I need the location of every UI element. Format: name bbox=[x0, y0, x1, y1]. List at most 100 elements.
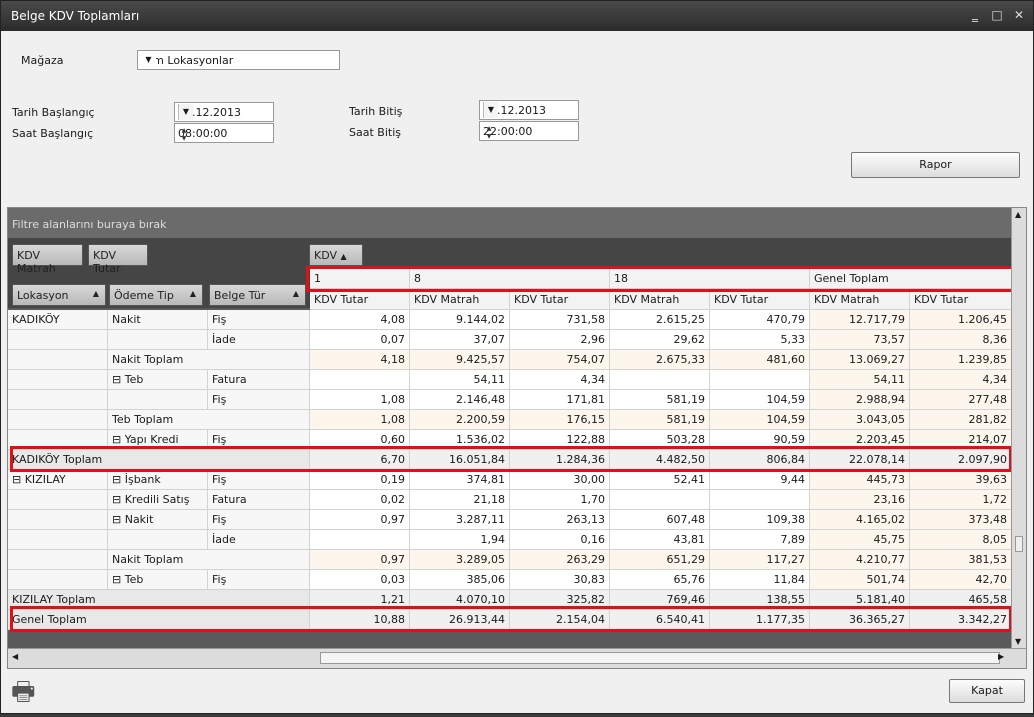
filter-area[interactable]: Filtre alanlarını buraya bırak bbox=[8, 208, 1012, 238]
row-odeme-tip: ⊟ Kredili Satış bbox=[108, 490, 208, 510]
kdv-group-header: Genel Toplam bbox=[810, 269, 1012, 289]
value-cell: 3.287,11 bbox=[410, 510, 510, 530]
value-cell bbox=[710, 370, 810, 390]
measure-header: KDV Tutar bbox=[310, 290, 410, 310]
tarih-bas-date[interactable]: 24.12.2013 ▼ bbox=[174, 102, 274, 122]
measure-header: KDV Tutar bbox=[710, 290, 810, 310]
chevron-down-icon: ▼ bbox=[141, 52, 156, 68]
pivot-grid[interactable]: Filtre alanlarını buraya bırak KDV Matra… bbox=[7, 207, 1027, 669]
minimize-icon[interactable]: ‗ bbox=[967, 7, 983, 23]
kapat-button[interactable]: Kapat bbox=[949, 679, 1025, 703]
value-cell: 9.425,57 bbox=[410, 350, 510, 370]
value-cell: 263,29 bbox=[510, 550, 610, 570]
value-cell: 0,97 bbox=[310, 550, 410, 570]
field-odeme-tip[interactable]: Ödeme Tip ▲ bbox=[109, 284, 203, 306]
row-lokasyon: ⊟ KIZILAY bbox=[8, 470, 108, 490]
value-cell: 465,58 bbox=[910, 590, 1012, 610]
report-window: Belge KDV Toplamları ‗ □ ✕ Mağaza Tüm Lo… bbox=[0, 0, 1034, 714]
value-cell: 10,88 bbox=[310, 610, 410, 630]
row-odeme-tip: ⊟ Nakit bbox=[108, 510, 208, 530]
value-cell: 1.284,36 bbox=[510, 450, 610, 470]
kdv-group-header: 1 bbox=[310, 269, 410, 289]
field-kdv-label: KDV bbox=[314, 249, 338, 262]
field-odeme-tip-label: Ödeme Tip bbox=[114, 289, 174, 302]
close-icon[interactable]: ✕ bbox=[1011, 7, 1027, 23]
tarih-bas-label: Tarih Başlangıç bbox=[12, 106, 95, 119]
field-kdv-tutar[interactable]: KDV Tutar bbox=[88, 244, 148, 275]
scroll-right-icon[interactable]: ▶ bbox=[998, 652, 1004, 661]
field-lokasyon[interactable]: Lokasyon ▲ bbox=[12, 284, 106, 306]
row-belge-tur: Fiş bbox=[208, 310, 310, 330]
spin-icon[interactable]: ▲ ▼ bbox=[178, 127, 190, 143]
saat-bit-label: Saat Bitiş bbox=[349, 126, 401, 139]
title-bar: Belge KDV Toplamları ‗ □ ✕ bbox=[1, 1, 1033, 31]
vertical-scrollbar[interactable]: ▲ ▼ bbox=[1011, 208, 1026, 648]
maximize-icon[interactable]: □ bbox=[989, 7, 1005, 23]
field-belge-tur[interactable]: Belge Tür ▲ bbox=[209, 284, 306, 306]
value-cell: 0,16 bbox=[510, 530, 610, 550]
value-cell: 263,13 bbox=[510, 510, 610, 530]
value-cell: 470,79 bbox=[710, 310, 810, 330]
row-belge-tur: Fiş bbox=[208, 570, 310, 590]
value-cell: 2.200,59 bbox=[410, 410, 510, 430]
tarih-bit-date[interactable]: 24.12.2013 ▼ bbox=[479, 100, 579, 120]
value-cell: 37,07 bbox=[410, 330, 510, 350]
hscroll-thumb[interactable] bbox=[320, 652, 1000, 664]
magaza-select[interactable]: Tüm Lokasyonlar ▼ bbox=[137, 50, 340, 70]
value-cell: 176,15 bbox=[510, 410, 610, 430]
row-belge-tur: Fiş bbox=[208, 390, 310, 410]
row-total-label: KADIKÖY Toplam bbox=[8, 450, 310, 470]
printer-icon[interactable]: 🖶 bbox=[11, 673, 43, 707]
sort-up-icon: ▲ bbox=[340, 252, 347, 261]
value-cell bbox=[710, 490, 810, 510]
value-cell: 65,76 bbox=[610, 570, 710, 590]
value-cell: 3.289,05 bbox=[410, 550, 510, 570]
scroll-up-icon[interactable]: ▲ bbox=[1015, 210, 1021, 219]
value-cell: 4.070,10 bbox=[410, 590, 510, 610]
value-cell: 4.482,50 bbox=[610, 450, 710, 470]
value-cell: 2.097,90 bbox=[910, 450, 1012, 470]
field-kdv[interactable]: KDV ▲ bbox=[309, 244, 363, 266]
horizontal-scrollbar[interactable]: ◀ ▶ bbox=[8, 648, 1026, 668]
spin-icon[interactable]: ▲ ▼ bbox=[483, 125, 495, 141]
scroll-down-icon[interactable]: ▼ bbox=[1015, 637, 1021, 646]
saat-bas-time[interactable]: 08:00:00 ▲ ▼ bbox=[174, 123, 274, 143]
saat-bas-label: Saat Başlangıç bbox=[12, 127, 94, 140]
scroll-thumb[interactable] bbox=[1015, 536, 1023, 552]
value-cell: 122,88 bbox=[510, 430, 610, 450]
value-cell: 481,60 bbox=[710, 350, 810, 370]
value-cell: 13.069,27 bbox=[810, 350, 910, 370]
value-cell: 325,82 bbox=[510, 590, 610, 610]
scroll-left-icon[interactable]: ◀ bbox=[12, 652, 18, 661]
value-cell: 607,48 bbox=[610, 510, 710, 530]
value-cell: 12.717,79 bbox=[810, 310, 910, 330]
value-cell: 374,81 bbox=[410, 470, 510, 490]
measure-header: KDV Matrah bbox=[610, 290, 710, 310]
saat-bit-time[interactable]: 22:00:00 ▲ ▼ bbox=[479, 121, 579, 141]
magaza-label: Mağaza bbox=[21, 54, 64, 67]
calendar-dropdown-icon[interactable]: ▼ bbox=[178, 104, 193, 120]
value-cell: 1,08 bbox=[310, 410, 410, 430]
row-total-label: KIZILAY Toplam bbox=[8, 590, 310, 610]
measure-header: KDV Tutar bbox=[910, 290, 1012, 310]
value-cell: 8,36 bbox=[910, 330, 1012, 350]
value-cell: 7,89 bbox=[710, 530, 810, 550]
value-cell: 1,21 bbox=[310, 590, 410, 610]
value-cell: 2.615,25 bbox=[610, 310, 710, 330]
rapor-button[interactable]: Rapor bbox=[851, 152, 1020, 178]
value-cell: 3.342,27 bbox=[910, 610, 1012, 630]
value-cell: 21,18 bbox=[410, 490, 510, 510]
field-kdv-matrah[interactable]: KDV Matrah bbox=[12, 244, 83, 275]
row-odeme-tip: ⊟ İşbank bbox=[108, 470, 208, 490]
window-title: Belge KDV Toplamları bbox=[11, 9, 140, 23]
value-cell: 5.181,40 bbox=[810, 590, 910, 610]
value-cell: 104,59 bbox=[710, 410, 810, 430]
value-cell: 4.210,77 bbox=[810, 550, 910, 570]
calendar-dropdown-icon[interactable]: ▼ bbox=[483, 102, 498, 118]
value-cell: 1,94 bbox=[410, 530, 510, 550]
value-cell: 9.144,02 bbox=[410, 310, 510, 330]
value-cell: 43,81 bbox=[610, 530, 710, 550]
sort-up-icon: ▲ bbox=[92, 289, 99, 298]
measure-header: KDV Tutar bbox=[510, 290, 610, 310]
value-cell: 171,81 bbox=[510, 390, 610, 410]
